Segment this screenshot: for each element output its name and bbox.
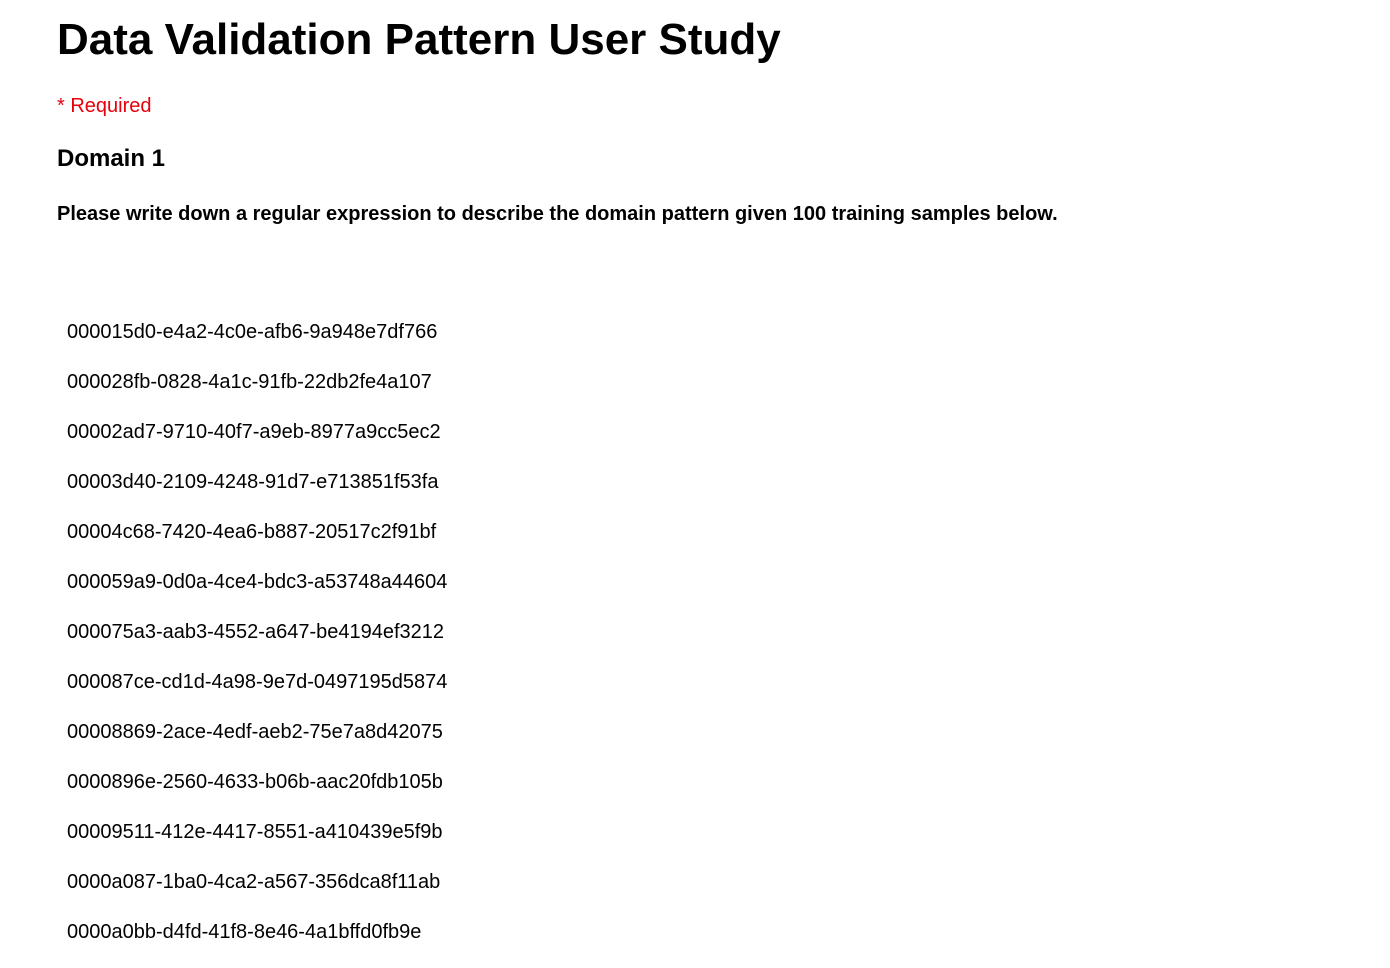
- sample-item: 00008869-2ace-4edf-aeb2-75e7a8d42075: [67, 721, 443, 743]
- section-heading: Domain 1: [57, 145, 166, 172]
- page-title: Data Validation Pattern User Study: [57, 15, 781, 64]
- required-note: * Required: [57, 95, 152, 117]
- samples-list: 000015d0-e4a2-4c0e-afb6-9a948e7df766 000…: [67, 318, 447, 968]
- sample-item: 00004c68-7420-4ea6-b887-20517c2f91bf: [67, 521, 437, 543]
- sample-item: 000075a3-aab3-4552-a647-be4194ef3212: [67, 621, 445, 643]
- sample-item: 00009511-412e-4417-8551-a410439e5f9b: [67, 821, 443, 843]
- sample-item: 000015d0-e4a2-4c0e-afb6-9a948e7df766: [67, 321, 438, 343]
- question-text: Please write down a regular expression t…: [57, 203, 1058, 225]
- sample-item: 0000a0bb-d4fd-41f8-8e46-4a1bffd0fb9e: [67, 921, 422, 943]
- sample-item: 000028fb-0828-4a1c-91fb-22db2fe4a107: [67, 371, 432, 393]
- sample-item: 000059a9-0d0a-4ce4-bdc3-a53748a44604: [67, 571, 448, 593]
- sample-item: 000087ce-cd1d-4a98-9e7d-0497195d5874: [67, 671, 448, 693]
- sample-item: 00002ad7-9710-40f7-a9eb-8977a9cc5ec2: [67, 421, 441, 443]
- sample-item: 0000a087-1ba0-4ca2-a567-356dca8f11ab: [67, 871, 441, 893]
- sample-item: 0000896e-2560-4633-b06b-aac20fdb105b: [67, 771, 443, 793]
- sample-item: 00003d40-2109-4248-91d7-e713851f53fa: [67, 471, 439, 493]
